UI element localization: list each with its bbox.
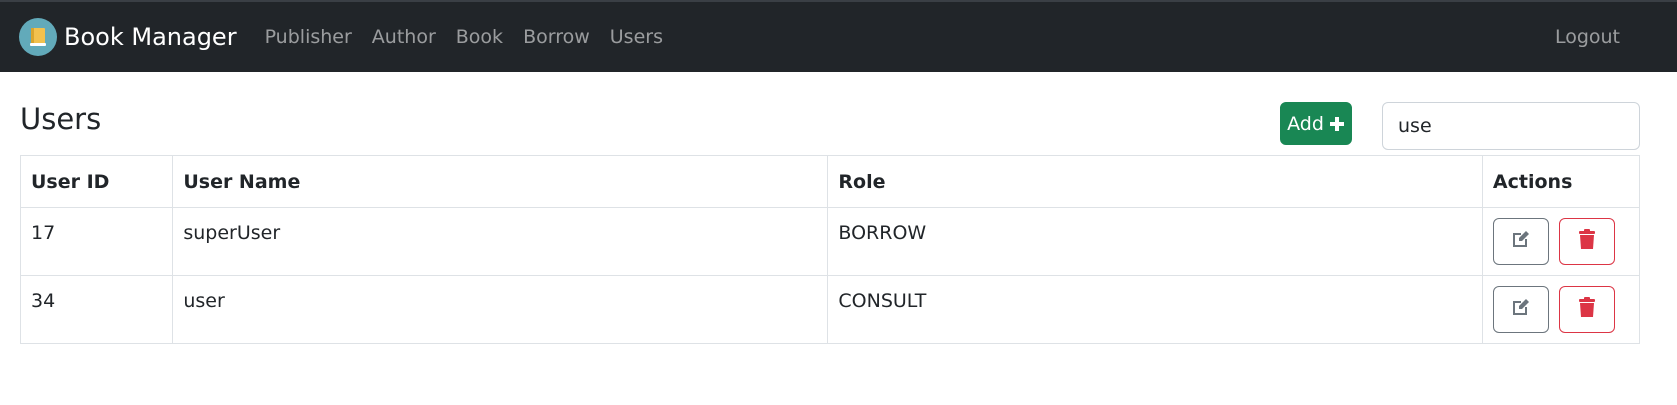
cell-user-id: 17 [19,207,174,276]
cell-user-name: superUser [172,207,829,276]
cell-user-name: user [172,275,829,344]
trash-icon [1577,228,1597,255]
table-header-row: User ID User Name Role Actions [19,155,1641,208]
edit-button[interactable] [1492,218,1549,265]
delete-button[interactable] [1558,218,1615,265]
nav-right: Logout [1545,2,1630,72]
table-row: 34 user CONSULT [19,275,1641,344]
header-actions: Actions [1481,155,1641,208]
cell-role: BORROW [827,207,1483,276]
cell-actions [1481,275,1641,344]
trash-icon [1577,296,1597,323]
table-row: 17 superUser BORROW [19,207,1641,276]
nav-item-users[interactable]: Users [600,26,673,48]
nav-item-author[interactable]: Author [362,26,446,48]
add-user-button[interactable]: Add [1280,102,1352,145]
cell-actions [1481,207,1641,276]
logout-link[interactable]: Logout [1545,26,1630,48]
page-title: Users [20,102,102,136]
edit-icon [1510,296,1532,323]
header-role: Role [827,155,1483,208]
header-user-id: User ID [19,155,174,208]
brand-title: Book Manager [64,23,237,51]
nav-links: Publisher Author Book Borrow Users [255,26,673,48]
cell-user-id: 34 [19,275,174,344]
nav-item-publisher[interactable]: Publisher [255,26,362,48]
edit-icon [1510,228,1532,255]
users-table: User ID User Name Role Actions 17 superU… [19,155,1641,344]
cell-role: CONSULT [827,275,1483,344]
delete-button[interactable] [1558,286,1615,333]
nav-item-borrow[interactable]: Borrow [513,26,600,48]
edit-button[interactable] [1492,286,1549,333]
search-input[interactable] [1382,102,1640,150]
plus-icon [1329,116,1345,132]
header-user-name: User Name [172,155,829,208]
nav-item-book[interactable]: Book [446,26,513,48]
navbar: Book Manager Publisher Author Book Borro… [0,0,1677,72]
add-label: Add [1287,112,1324,135]
book-icon [19,18,57,56]
brand-link[interactable]: Book Manager [19,18,237,56]
